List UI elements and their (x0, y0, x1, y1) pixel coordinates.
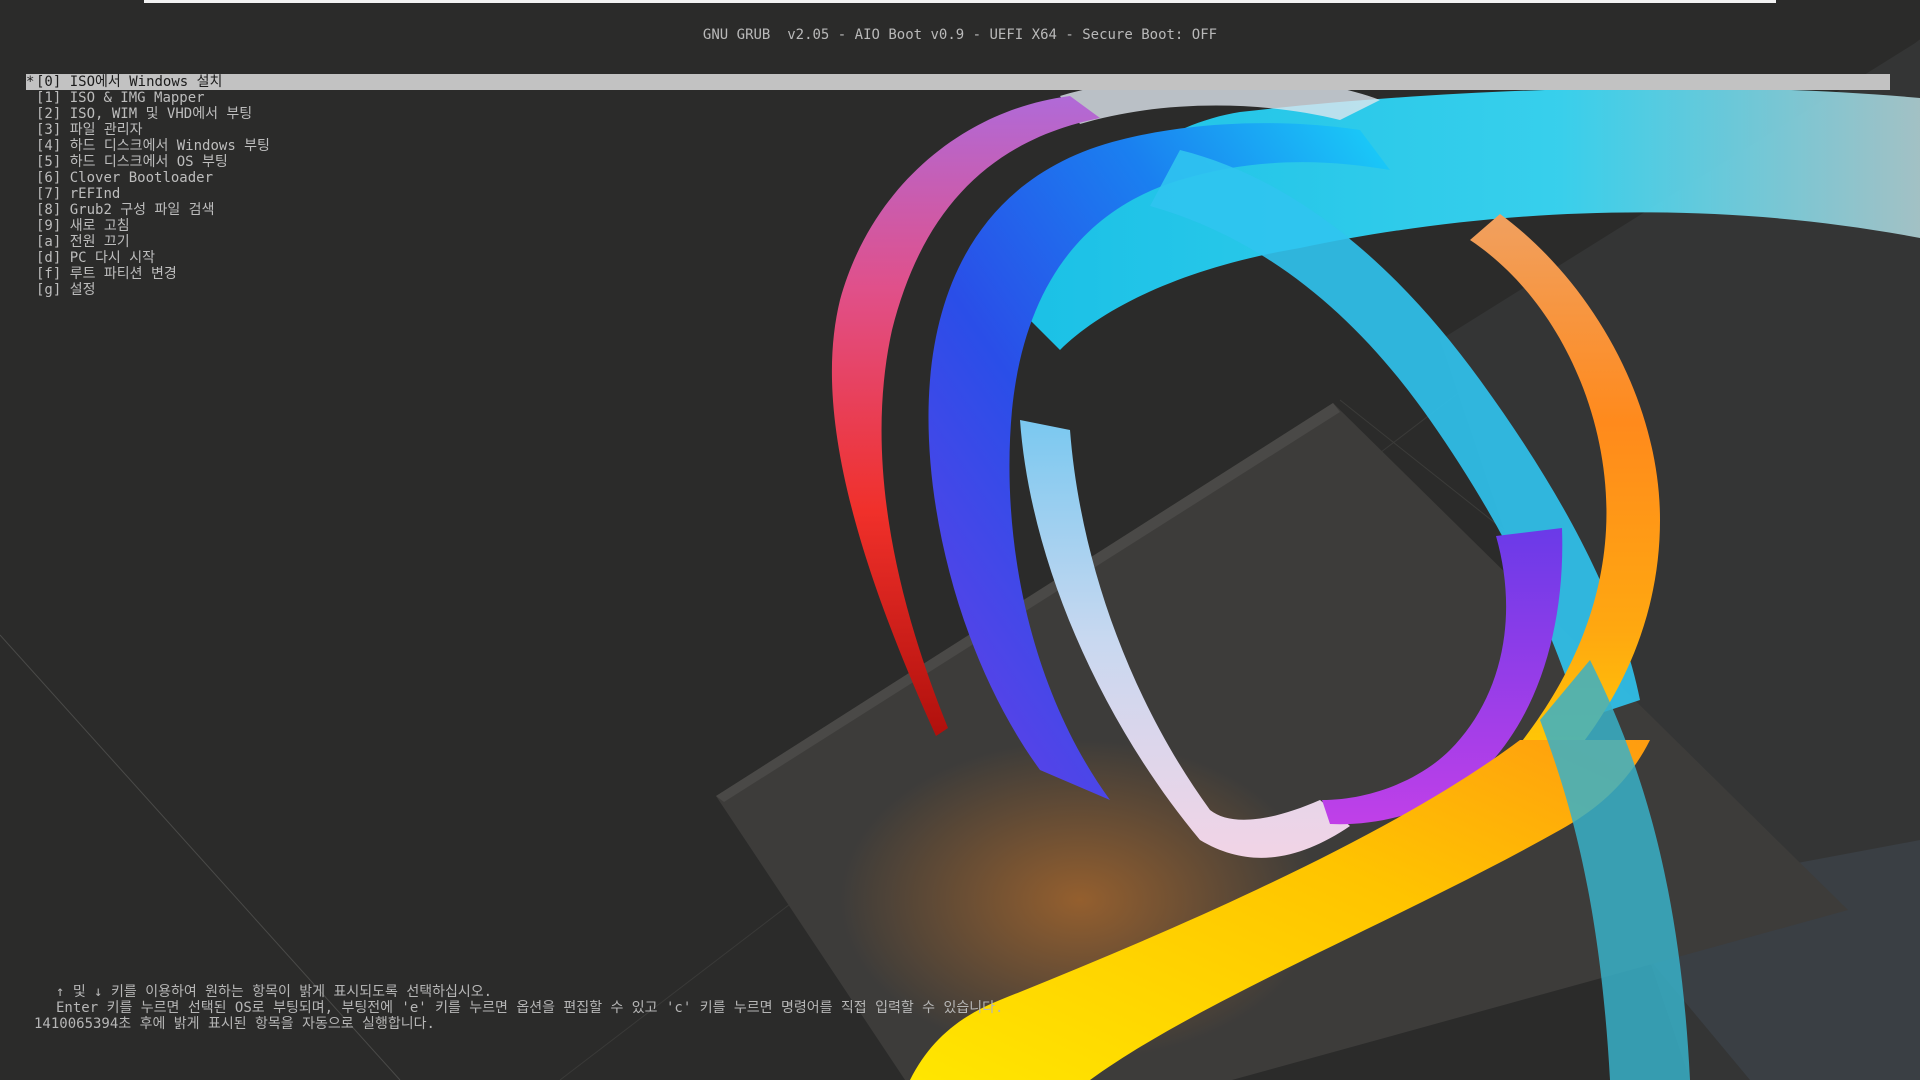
menu-item-label: ISO, WIM 및 VHD에서 부팅 (69, 106, 253, 122)
menu-item-label: 하드 디스크에서 Windows 부팅 (69, 138, 270, 154)
menu-item-key: [f] (36, 266, 62, 282)
selection-marker: * (26, 74, 35, 90)
menu-item-key: [3] (36, 122, 62, 138)
menu-item-label: 루트 파티션 변경 (69, 266, 177, 282)
menu-item-label: 하드 디스크에서 OS 부팅 (69, 154, 228, 170)
menu-item-0-install-windows-from-iso[interactable]: * [0] ISO에서 Windows 설치 (26, 74, 1890, 90)
menu-item-key: [6] (36, 170, 62, 186)
menu-item-key: [4] (36, 138, 62, 154)
menu-item-key: [2] (36, 106, 62, 122)
menu-item-label: 전원 끄기 (69, 234, 130, 250)
boot-menu: * [0] ISO에서 Windows 설치 [1] ISO & IMG Mapp… (26, 74, 1890, 298)
menu-item-4-boot-windows-hdd[interactable]: [4] 하드 디스크에서 Windows 부팅 (26, 138, 1890, 154)
menu-item-key: [5] (36, 154, 62, 170)
menu-item-label: 새로 고침 (69, 218, 130, 234)
menu-item-1-iso-img-mapper[interactable]: [1] ISO & IMG Mapper (26, 90, 1890, 106)
menu-item-2-boot-iso-wim-vhd[interactable]: [2] ISO, WIM 및 VHD에서 부팅 (26, 106, 1890, 122)
menu-item-label: rEFInd (69, 186, 121, 202)
menu-item-key: [9] (36, 218, 62, 234)
grub-header-title: GNU GRUB v2.05 - AIO Boot v0.9 - UEFI X6… (702, 27, 1218, 43)
menu-item-label: Grub2 구성 파일 검색 (69, 202, 215, 218)
menu-item-key: [1] (36, 90, 62, 106)
menu-item-label: Clover Bootloader (69, 170, 214, 186)
menu-item-label: 설정 (69, 282, 96, 298)
top-border-bar (144, 0, 1776, 3)
menu-item-key: [g] (36, 282, 62, 298)
menu-item-label: 파일 관리자 (69, 122, 143, 138)
menu-item-f-change-root-partition[interactable]: [f] 루트 파티션 변경 (26, 266, 1890, 282)
menu-item-d-restart-pc[interactable]: [d] PC 다시 시작 (26, 250, 1890, 266)
menu-item-label: ISO & IMG Mapper (69, 90, 205, 106)
menu-item-label: PC 다시 시작 (69, 250, 155, 266)
menu-item-key: [a] (36, 234, 62, 250)
menu-item-g-settings[interactable]: [g] 설정 (26, 282, 1890, 298)
menu-item-label: ISO에서 Windows 설치 (69, 74, 223, 90)
menu-item-key: [8] (36, 202, 62, 218)
menu-item-9-refresh[interactable]: [9] 새로 고침 (26, 218, 1890, 234)
help-text: ↑ 및 ↓ 키를 이용하여 원하는 항목이 밝게 표시되도록 선택하십시오. E… (34, 984, 1003, 1032)
help-line-keys: Enter 키를 누르면 선택된 OS로 부팅되며, 부팅전에 'e' 키를 누… (56, 1000, 1004, 1016)
menu-item-key: [7] (36, 186, 62, 202)
menu-item-8-grub2-config-search[interactable]: [8] Grub2 구성 파일 검색 (26, 202, 1890, 218)
help-line-timeout: 1410065394초 후에 밝게 표시된 항목을 자동으로 실행합니다. (34, 1016, 435, 1032)
menu-item-5-boot-os-hdd[interactable]: [5] 하드 디스크에서 OS 부팅 (26, 154, 1890, 170)
menu-item-key: [d] (36, 250, 62, 266)
menu-item-key: [0] (36, 74, 62, 90)
menu-item-3-file-manager[interactable]: [3] 파일 관리자 (26, 122, 1890, 138)
menu-item-7-refind[interactable]: [7] rEFInd (26, 186, 1890, 202)
menu-item-a-power-off[interactable]: [a] 전원 끄기 (26, 234, 1890, 250)
menu-item-6-clover-bootloader[interactable]: [6] Clover Bootloader (26, 170, 1890, 186)
help-line-navigation: ↑ 및 ↓ 키를 이용하여 원하는 항목이 밝게 표시되도록 선택하십시오. (56, 984, 493, 1000)
